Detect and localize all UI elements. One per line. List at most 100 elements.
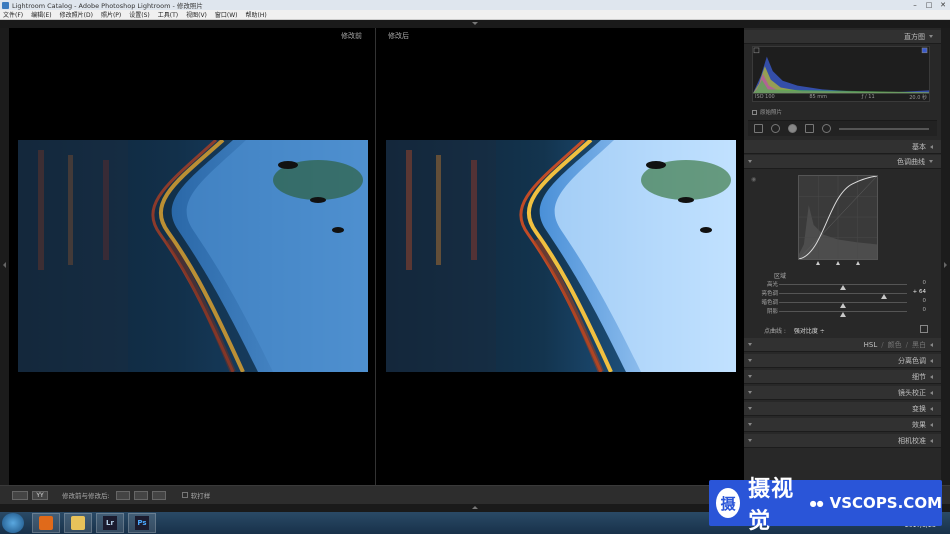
toggle-switch-icon[interactable] — [748, 439, 752, 442]
toggle-switch-icon[interactable] — [748, 160, 752, 163]
shadows-track[interactable] — [779, 311, 907, 317]
shadows-thumb[interactable] — [840, 312, 846, 317]
minimize-button[interactable]: – — [908, 0, 922, 10]
original-photo-checkbox[interactable] — [752, 109, 757, 115]
develop-right-panel: 直方图 ISO 100 85 mm ƒ / 11 20.0 秒 原始照片 基本 — [744, 28, 941, 485]
lights-track[interactable] — [779, 293, 907, 299]
camera-calibration-title: 相机校准 — [898, 436, 926, 445]
point-curve-dropdown[interactable]: 强对比度 ÷ — [794, 328, 825, 335]
split-handle-1[interactable] — [816, 261, 820, 265]
transform-title: 变换 — [912, 404, 926, 413]
shadows-value[interactable]: 0 — [904, 307, 927, 313]
view-divider — [375, 28, 376, 485]
crop-tool-icon[interactable] — [754, 124, 763, 133]
histogram-title: 直方图 — [904, 32, 925, 41]
tone-curve-graph[interactable] — [798, 175, 878, 260]
after-photo[interactable] — [386, 140, 736, 372]
swap-settings-button[interactable] — [151, 490, 166, 500]
red-eye-icon[interactable] — [788, 124, 797, 133]
menu-view[interactable]: 视图(V) — [186, 10, 207, 19]
detail-header[interactable]: 细节 — [744, 370, 941, 384]
soft-proof-checkbox[interactable] — [181, 492, 188, 498]
copy-before-to-after-button[interactable] — [115, 490, 130, 500]
expand-icon — [930, 342, 933, 347]
before-after-view: 修改前 修改后 — [9, 28, 744, 485]
target-adjust-icon[interactable]: ◉ — [751, 176, 756, 183]
menu-tools[interactable]: 工具(T) — [158, 10, 178, 19]
start-button[interactable] — [2, 513, 24, 533]
highlights-label: 高光 — [766, 282, 778, 288]
loupe-view-button[interactable] — [12, 490, 28, 500]
toggle-switch-icon[interactable] — [748, 423, 752, 426]
hsl-header[interactable]: HSL / 颜色 / 黑白 — [744, 338, 941, 352]
split-handle-3[interactable] — [856, 261, 860, 265]
watermark-chinese-text: 摄视觉 — [748, 477, 795, 534]
brush-slider[interactable] — [839, 127, 929, 130]
lens-corrections-title: 镜头校正 — [898, 388, 926, 397]
taskbar-browser[interactable] — [32, 513, 60, 533]
transform-header[interactable]: 变换 — [744, 402, 941, 416]
taskbar-folder[interactable] — [64, 513, 92, 533]
expand-icon — [930, 438, 933, 443]
camera-calibration-header[interactable]: 相机校准 — [744, 434, 941, 448]
darks-track[interactable] — [779, 302, 907, 308]
lens-corrections-header[interactable]: 镜头校正 — [744, 386, 941, 400]
spot-removal-icon[interactable] — [771, 124, 780, 133]
histogram-header[interactable]: 直方图 — [744, 30, 941, 44]
edit-point-curve-icon[interactable] — [920, 325, 928, 333]
radial-filter-icon[interactable] — [822, 124, 831, 133]
darks-slider-row: 暗色调 0 — [744, 298, 941, 308]
bw-tab[interactable]: 黑白 — [912, 340, 926, 350]
lights-label: 亮色调 — [761, 291, 778, 297]
toggle-switch-icon[interactable] — [748, 407, 752, 410]
before-photo[interactable] — [18, 140, 368, 372]
menu-photo[interactable]: 照片(P) — [101, 10, 121, 19]
tool-strip — [748, 120, 937, 136]
expand-icon — [930, 374, 933, 379]
toggle-switch-icon[interactable] — [748, 391, 752, 394]
toggle-switch-icon[interactable] — [748, 359, 752, 362]
aperture-value: ƒ / 11 — [861, 94, 875, 100]
close-button[interactable]: ✕ — [936, 0, 950, 10]
menu-window[interactable]: 窗口(W) — [215, 10, 238, 19]
menu-develop[interactable]: 修改照片(D) — [60, 10, 93, 19]
tone-curve-header[interactable]: 色调曲线 — [744, 155, 941, 169]
detail-title: 细节 — [912, 372, 926, 381]
hsl-tab[interactable]: HSL — [864, 341, 878, 349]
basic-header[interactable]: 基本 — [744, 140, 941, 154]
effects-title: 效果 — [912, 420, 926, 429]
highlights-value[interactable]: 0 — [904, 280, 927, 286]
focal-length: 85 mm — [809, 94, 828, 100]
expand-icon — [930, 406, 933, 411]
watermark-seal-icon: 摄 — [716, 488, 741, 518]
expand-left-icon — [3, 262, 6, 268]
photoshop-icon: Ps — [135, 516, 149, 530]
toggle-switch-icon[interactable] — [748, 375, 752, 378]
original-photo-label: 原始照片 — [760, 110, 783, 116]
right-panel-toggle[interactable] — [941, 28, 950, 485]
color-tab[interactable]: 颜色 — [888, 340, 902, 350]
lightroom-app-icon — [2, 1, 9, 9]
taskbar-photoshop[interactable]: Ps — [128, 513, 156, 533]
menu-help[interactable]: 帮助(H) — [246, 10, 267, 19]
copy-after-to-before-button[interactable] — [133, 490, 148, 500]
darks-value[interactable]: 0 — [904, 298, 927, 304]
lights-value[interactable]: + 64 — [904, 289, 926, 295]
effects-header[interactable]: 效果 — [744, 418, 941, 432]
highlights-track[interactable] — [779, 284, 907, 290]
toggle-switch-icon[interactable] — [748, 343, 752, 346]
maximize-button[interactable]: □ — [922, 0, 936, 10]
before-after-mode-button[interactable]: YY — [32, 490, 48, 500]
split-toning-header[interactable]: 分离色调 — [744, 354, 941, 368]
graduated-filter-icon[interactable] — [805, 124, 814, 133]
original-photo-toggle[interactable]: 原始照片 — [752, 108, 782, 116]
split-handle-2[interactable] — [836, 261, 840, 265]
menu-edit[interactable]: 编辑(E) — [31, 10, 51, 19]
taskbar-lightroom[interactable]: Lr — [96, 513, 124, 533]
menu-settings[interactable]: 设置(S) — [129, 10, 150, 19]
shadows-label: 阴影 — [766, 309, 778, 315]
split-toning-title: 分离色调 — [898, 356, 926, 365]
top-panel-toggle[interactable] — [0, 20, 950, 28]
left-panel-toggle[interactable] — [0, 28, 9, 485]
menu-file[interactable]: 文件(F) — [3, 10, 23, 19]
